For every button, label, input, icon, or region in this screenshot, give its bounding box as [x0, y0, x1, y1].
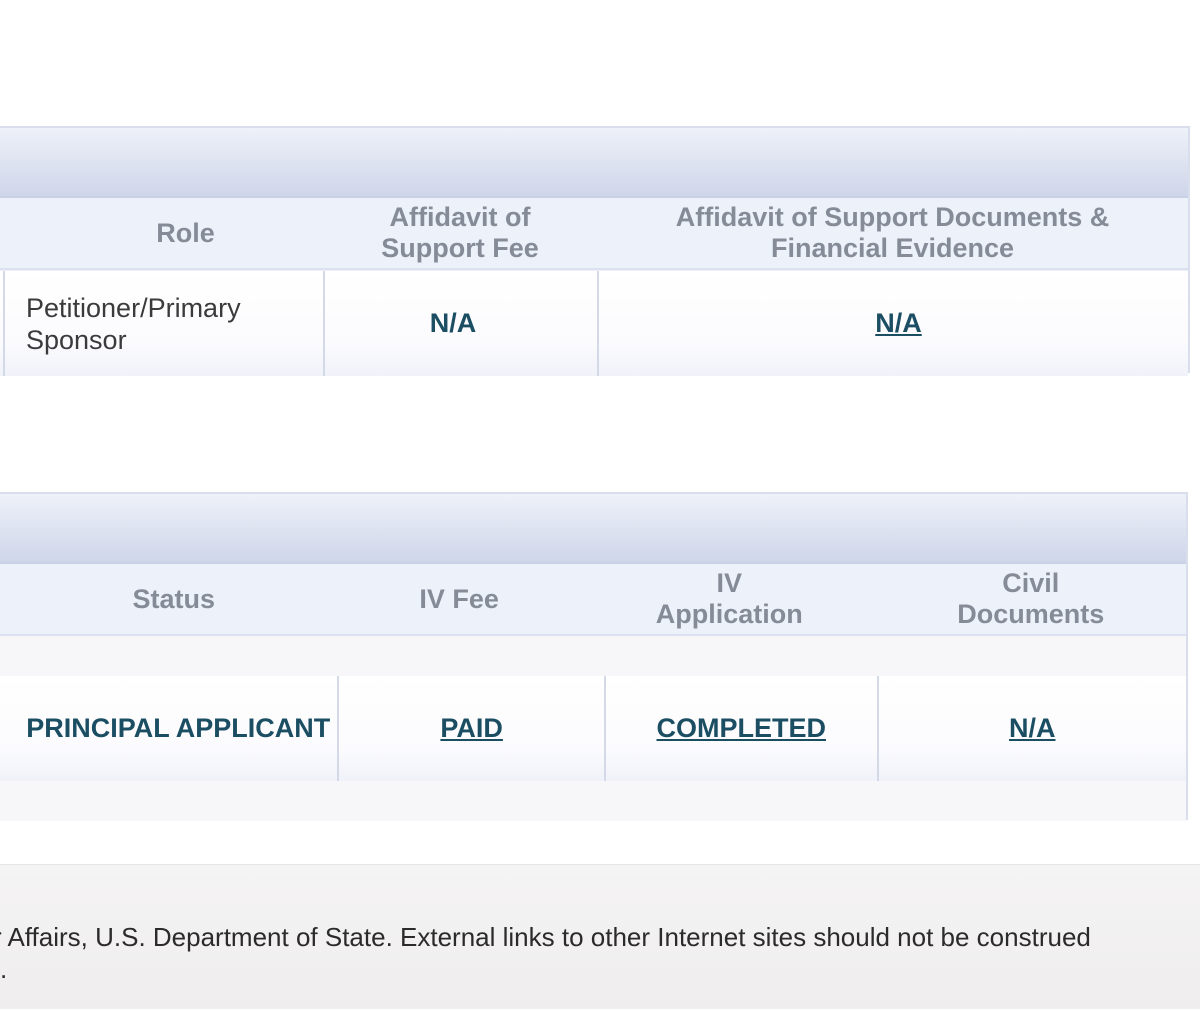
- table-spacer: [0, 781, 1186, 821]
- iv-application-link[interactable]: COMPLETED: [656, 713, 826, 744]
- sponsor-role: Petitioner/Primary Sponsor: [3, 271, 323, 376]
- aos-documents-header: Affidavit of Support Documents & Financi…: [675, 202, 1110, 263]
- applicant-table: Status IV Fee IV Application Civil Docum…: [0, 492, 1188, 821]
- applicant-table-header: Status IV Fee IV Application Civil Docum…: [0, 564, 1186, 636]
- sponsor-table: Role Affidavit of Support Fee Affidavit …: [0, 126, 1190, 376]
- civil-documents-link[interactable]: N/A: [1009, 713, 1056, 744]
- sponsor-table-banner: [0, 128, 1188, 198]
- table-row: PRINCIPAL APPLICANT PAID COMPLETED N/A: [0, 676, 1186, 781]
- civil-documents-cell: N/A: [876, 676, 1186, 781]
- aos-documents-link[interactable]: N/A: [875, 308, 922, 339]
- role-header: Role: [156, 217, 215, 248]
- iv-application-header: IV Application: [655, 568, 803, 629]
- iv-fee-link[interactable]: PAID: [440, 713, 503, 744]
- aos-fee-header: Affidavit of Support Fee: [381, 202, 539, 263]
- aos-fee-value: N/A: [323, 271, 597, 376]
- applicant-table-banner: [0, 494, 1186, 564]
- table-row: Petitioner/Primary Sponsor N/A N/A: [0, 270, 1188, 376]
- table-spacer: [0, 636, 1186, 676]
- status-header: Status: [132, 583, 215, 614]
- iv-fee-cell: PAID: [337, 676, 604, 781]
- iv-fee-header: IV Fee: [419, 583, 499, 614]
- footer-disclaimer: r Affairs, U.S. Department of State. Ext…: [0, 922, 1091, 984]
- iv-application-cell: COMPLETED: [603, 676, 877, 781]
- applicant-status: PRINCIPAL APPLICANT: [26, 713, 331, 743]
- page-footer: r Affairs, U.S. Department of State. Ext…: [0, 864, 1200, 1009]
- civil-documents-header: Civil Documents: [957, 568, 1105, 629]
- sponsor-table-header: Role Affidavit of Support Fee Affidavit …: [0, 198, 1188, 270]
- aos-documents-cell: N/A: [597, 271, 1188, 376]
